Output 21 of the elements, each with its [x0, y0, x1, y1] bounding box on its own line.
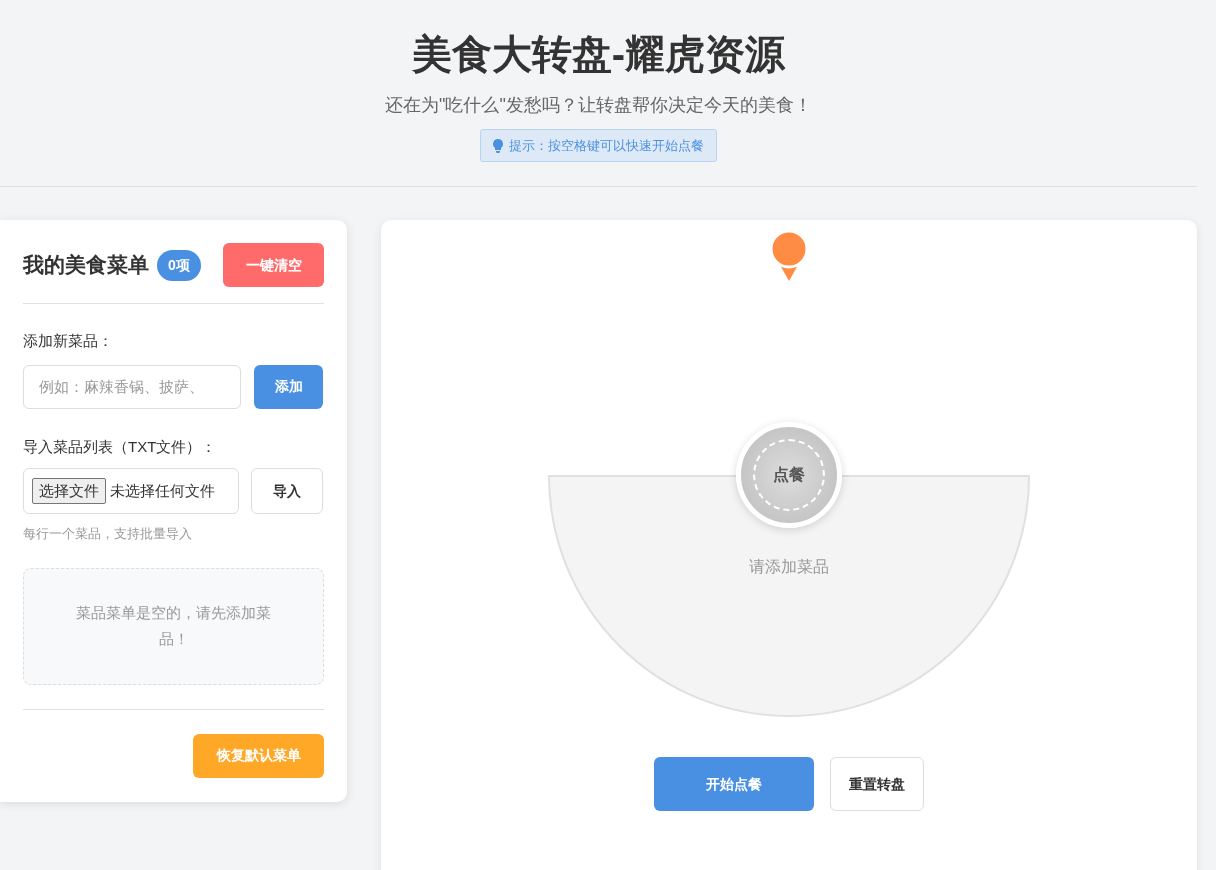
add-label: 添加新菜品： [23, 331, 114, 351]
reset-button[interactable]: 重置转盘 [830, 757, 924, 811]
choose-file-button[interactable]: 选择文件 [32, 478, 106, 504]
lightbulb-icon [493, 138, 503, 153]
menu-title: 我的美食菜单 [23, 252, 149, 279]
tip-text: 提示：按空格键可以快速开始点餐 [509, 136, 704, 155]
add-button[interactable]: 添加 [254, 364, 323, 409]
hub-label[interactable]: 点餐 [773, 463, 805, 487]
empty-message: 菜品菜单是空的，请先添加菜品！ [75, 603, 272, 649]
import-button[interactable]: 导入 [251, 468, 323, 514]
dish-input[interactable]: 例如：麻辣香锅、披萨、 [23, 364, 241, 409]
count-badge: 0项 [157, 249, 201, 281]
import-label: 导入菜品列表（TXT文件）： [23, 436, 218, 457]
pointer-icon [769, 230, 809, 282]
file-status: 未选择任何文件 [110, 480, 215, 501]
file-field[interactable]: 选择文件 未选择任何文件 [23, 468, 239, 514]
start-button[interactable]: 开始点餐 [654, 757, 814, 811]
page-subtitle: 还在为"吃什么"发愁吗？让转盘帮你决定今天的美食！ [385, 94, 812, 117]
wheel-segment-label: 请添加菜品 [749, 557, 829, 577]
clear-button[interactable]: 一键清空 [223, 243, 324, 287]
page-title: 美食大转盘-耀虎资源 [411, 31, 786, 78]
